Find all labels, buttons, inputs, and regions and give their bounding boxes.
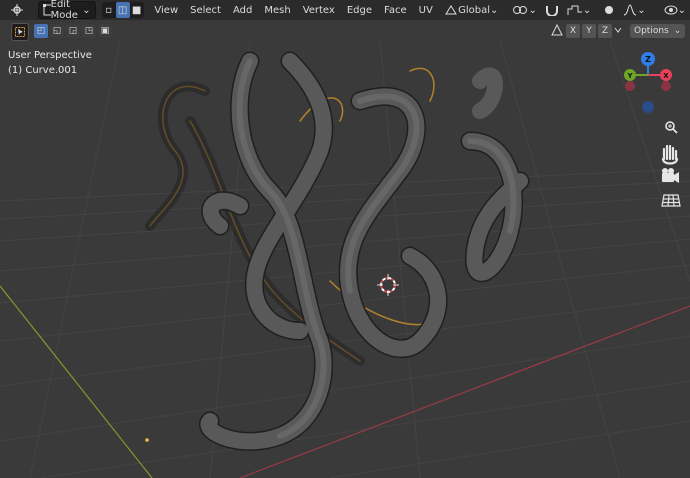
mode-dropdown[interactable]: Edit Mode ⌄ bbox=[38, 0, 96, 21]
select-intersect-icon[interactable]: ▣ bbox=[98, 24, 112, 38]
proportional-edit-toggle[interactable] bbox=[599, 2, 619, 18]
camera-icon bbox=[662, 173, 674, 182]
gizmo-neg-y[interactable] bbox=[661, 81, 671, 91]
menu-add[interactable]: Add bbox=[227, 2, 258, 18]
gizmo-z-label: Z bbox=[645, 55, 651, 64]
symmetry-x-toggle[interactable]: X bbox=[566, 24, 580, 38]
vertex-select-icon[interactable]: ▫ bbox=[102, 2, 116, 18]
snap-increment-icon bbox=[567, 5, 582, 15]
visibility-icon bbox=[664, 5, 678, 15]
transform-icon bbox=[11, 4, 23, 16]
symmetry-more-icon[interactable] bbox=[612, 24, 624, 36]
menu-edge[interactable]: Edge bbox=[341, 2, 378, 18]
menu-uv[interactable]: UV bbox=[413, 2, 439, 18]
select-extend-icon[interactable]: ◱ bbox=[50, 24, 64, 38]
symmetry-y-toggle[interactable]: Y bbox=[582, 24, 596, 38]
chevron-down-icon: ⌄ bbox=[673, 26, 682, 36]
viewport-header: Edit Mode ⌄ ▫ ◫ ■ View Select Add Mesh V… bbox=[0, 0, 690, 21]
mode-label: Edit Mode bbox=[50, 0, 78, 21]
symmetry-axes: X Y Z bbox=[566, 24, 612, 38]
edge-select-icon[interactable]: ◫ bbox=[115, 2, 130, 18]
visibility-dropdown[interactable]: ⌄ bbox=[660, 2, 690, 18]
menu-view[interactable]: View bbox=[148, 2, 184, 18]
menu-face[interactable]: Face bbox=[378, 2, 413, 18]
global-orientation-icon bbox=[445, 5, 458, 15]
select-new-icon[interactable]: ◰ bbox=[34, 24, 48, 38]
snap-toggle[interactable] bbox=[541, 2, 563, 18]
select-tool-button[interactable] bbox=[11, 23, 29, 41]
select-box-icon bbox=[15, 27, 25, 37]
options-dropdown[interactable]: Options ⌄ bbox=[630, 24, 686, 38]
face-select-icon[interactable]: ■ bbox=[130, 2, 144, 18]
pivot-dropdown[interactable]: ⌄ bbox=[508, 2, 540, 18]
mesh-symmetry-icon[interactable] bbox=[550, 23, 564, 37]
proportional-icon bbox=[605, 6, 614, 14]
perspective-label: User Perspective bbox=[8, 50, 92, 61]
orientation-dropdown[interactable]: Global ⌄ bbox=[440, 2, 502, 18]
select-invert-icon[interactable]: ◳ bbox=[82, 24, 96, 38]
menu-vertex[interactable]: Vertex bbox=[297, 2, 341, 18]
zoom-button[interactable] bbox=[661, 117, 681, 137]
link-icon bbox=[513, 6, 528, 14]
falloff-dropdown[interactable]: ⌄ bbox=[619, 2, 649, 18]
3d-viewport[interactable]: Z Y X bbox=[0, 41, 690, 478]
select-subtract-icon[interactable]: ◲ bbox=[66, 24, 80, 38]
snap-target-dropdown[interactable]: ⌄ bbox=[563, 2, 595, 18]
gizmo-neg-z[interactable] bbox=[642, 101, 654, 113]
chevron-down-icon: ⌄ bbox=[490, 4, 499, 16]
edit-mode-icon bbox=[43, 4, 51, 16]
selection-mode-group: ◰ ◱ ◲ ◳ ▣ bbox=[34, 24, 112, 38]
select-mode-segment: ▫ ◫ ■ bbox=[101, 2, 144, 18]
symmetry-z-toggle[interactable]: Z bbox=[598, 24, 612, 38]
origin-point bbox=[145, 438, 149, 442]
menu-mesh[interactable]: Mesh bbox=[258, 2, 296, 18]
object-label: (1) Curve.001 bbox=[8, 65, 78, 76]
editor-type-button[interactable] bbox=[6, 2, 28, 18]
gizmo-x-label: X bbox=[663, 72, 669, 80]
gizmo-y-label: Y bbox=[626, 72, 633, 80]
gizmo-neg-x[interactable] bbox=[625, 81, 635, 91]
falloff-curve-icon bbox=[624, 4, 637, 16]
menu-select[interactable]: Select bbox=[184, 2, 227, 18]
magnet-icon bbox=[545, 6, 558, 16]
chevron-down-icon: ⌄ bbox=[82, 4, 91, 16]
orientation-label: Global bbox=[458, 4, 491, 16]
options-label: Options bbox=[634, 26, 669, 36]
